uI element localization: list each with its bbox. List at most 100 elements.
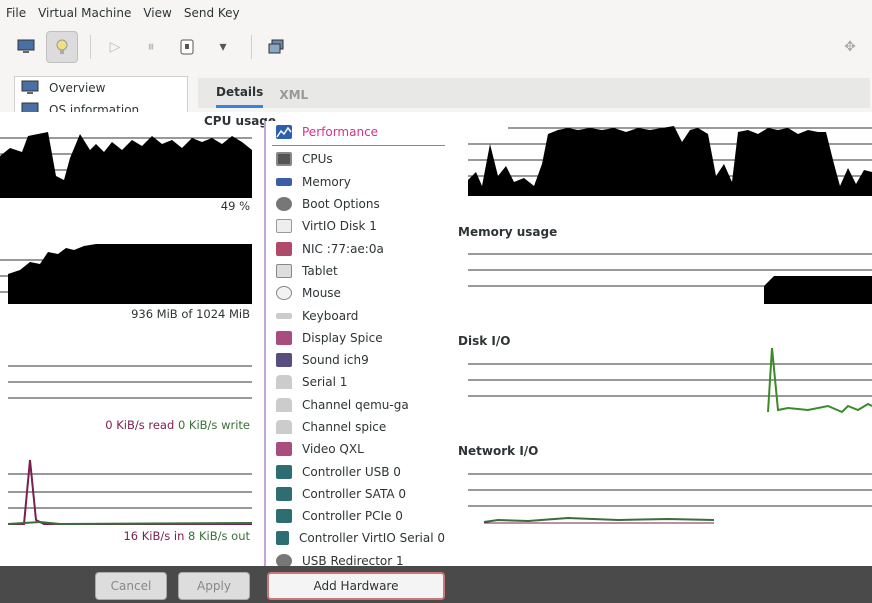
disk-read-value: 0 KiB/s read: [105, 418, 175, 432]
disk-icon: [276, 219, 292, 234]
chevron-down-icon: ▾: [219, 39, 227, 55]
hardware-item-performance[interactable]: Performance: [266, 121, 445, 143]
disk-write-value: 0 KiB/s write: [177, 418, 250, 432]
mouse-icon: [276, 286, 292, 301]
controller-icon: [276, 464, 292, 479]
run-button[interactable]: ▷: [99, 31, 131, 63]
hardware-item-label: Sound ich9: [302, 353, 369, 368]
hardware-item-label: VirtIO Disk 1: [302, 219, 377, 234]
play-icon: ▷: [109, 39, 121, 55]
cancel-button[interactable]: Cancel: [95, 572, 167, 600]
controller-icon: [276, 486, 292, 501]
hardware-item-tablet[interactable]: Tablet: [266, 260, 445, 282]
menu-view[interactable]: View: [143, 6, 171, 20]
network-graph-right: [468, 473, 872, 524]
move-icon: ✥: [844, 39, 856, 55]
hardware-item-display-spice[interactable]: Display Spice: [266, 327, 445, 349]
hardware-item-sound[interactable]: Sound ich9: [266, 349, 445, 371]
hardware-item-virtio-disk[interactable]: VirtIO Disk 1: [266, 215, 445, 237]
hardware-item-label: Performance: [302, 125, 379, 140]
hardware-item-controller-pcie[interactable]: Controller PCIe 0: [266, 505, 445, 527]
hardware-item-boot-options[interactable]: Boot Options: [266, 193, 445, 215]
hardware-item-memory[interactable]: Memory: [266, 171, 445, 193]
toolbar-separator: [90, 35, 91, 59]
details-button[interactable]: [46, 31, 78, 63]
tab-xml[interactable]: XML: [279, 88, 320, 108]
cpu-usage-value: 49 %: [220, 199, 250, 213]
hardware-item-controller-sata[interactable]: Controller SATA 0: [266, 483, 445, 505]
hardware-item-label: Serial 1: [302, 375, 348, 390]
hardware-item-label: Channel qemu-ga: [302, 397, 409, 412]
hardware-item-label: Controller VirtIO Serial 0: [299, 531, 445, 546]
toolbar-separator: [251, 35, 252, 59]
apply-button[interactable]: Apply: [178, 572, 250, 600]
hardware-item-cpus[interactable]: CPUs: [266, 148, 445, 170]
hardware-item-label: CPUs: [302, 152, 333, 167]
hardware-item-keyboard[interactable]: Keyboard: [266, 304, 445, 326]
hardware-item-mouse[interactable]: Mouse: [266, 282, 445, 304]
hardware-item-label: Mouse: [302, 286, 341, 301]
sidebar-item-overview[interactable]: Overview: [15, 77, 187, 99]
hardware-item-video-qxl[interactable]: Video QXL: [266, 438, 445, 460]
controller-icon: [276, 509, 292, 524]
shutdown-button[interactable]: [171, 31, 203, 63]
menu-send-key[interactable]: Send Key: [184, 6, 240, 20]
monitor-icon: [21, 80, 39, 94]
boot-options-icon: [276, 197, 292, 212]
tab-bar: Details XML: [198, 78, 870, 108]
console-button[interactable]: [10, 31, 42, 63]
memory-usage-title: Memory usage: [458, 225, 558, 239]
hardware-item-controller-usb[interactable]: Controller USB 0: [266, 460, 445, 482]
pause-button[interactable]: ⏸: [135, 31, 167, 63]
monitor-icon: [17, 39, 35, 53]
add-hardware-list: Performance CPUs Memory Boot Options Vir…: [264, 121, 445, 568]
hardware-item-label: Channel spice: [302, 420, 387, 434]
display-icon: [276, 330, 292, 345]
memory-graph-right: [468, 253, 872, 304]
shutdown-icon: [180, 39, 194, 55]
hardware-item-label: Controller PCIe 0: [302, 509, 403, 524]
list-separator: [272, 145, 445, 147]
hardware-item-label: Controller USB 0: [302, 464, 401, 479]
hardware-item-label: Display Spice: [302, 330, 383, 345]
cpu-icon: [276, 152, 292, 167]
hardware-item-serial[interactable]: Serial 1: [266, 371, 445, 393]
menu-virtual-machine[interactable]: Virtual Machine: [38, 6, 131, 20]
hardware-item-controller-virtio-serial[interactable]: Controller VirtIO Serial 0: [266, 527, 445, 549]
disk-graph-left: [8, 365, 252, 399]
sound-icon: [276, 353, 292, 368]
network-in-value: 16 KiB/s in: [123, 529, 185, 543]
nic-icon: [276, 241, 292, 256]
menu-bar: File Virtual Machine View Send Key: [0, 0, 872, 26]
disk-io-value: 0 KiB/s read 0 KiB/s write: [60, 418, 250, 432]
controller-icon: [276, 531, 290, 546]
network-out-value: 8 KiB/s out: [188, 529, 250, 543]
resize-button[interactable]: ✥: [834, 31, 866, 63]
cpu-graph-right: [468, 126, 872, 196]
menu-file[interactable]: File: [6, 6, 26, 20]
hardware-item-nic[interactable]: NIC :77:ae:0a: [266, 237, 445, 259]
hardware-item-channel-qemu-ga[interactable]: Channel qemu-ga: [266, 394, 445, 416]
toolbar: ▷ ⏸ ▾ ✥: [0, 26, 872, 68]
snapshots-button[interactable]: [260, 31, 292, 63]
memory-graph-left: [0, 244, 252, 304]
shutdown-menu-button[interactable]: ▾: [207, 31, 239, 63]
video-icon: [276, 442, 292, 457]
network-io-value: 16 KiB/s in 8 KiB/s out: [60, 529, 250, 543]
memory-usage-value: 936 MiB of 1024 MiB: [131, 307, 250, 321]
lightbulb-icon: [56, 39, 68, 54]
pause-icon: ⏸: [147, 39, 155, 55]
cpu-graph-left: [0, 132, 252, 198]
tab-details[interactable]: Details: [216, 85, 264, 108]
channel-icon: [276, 397, 292, 412]
tablet-icon: [276, 263, 292, 278]
add-hardware-button[interactable]: Add Hardware: [267, 572, 445, 600]
hardware-item-label: Video QXL: [302, 442, 364, 457]
hardware-item-label: Controller SATA 0: [302, 486, 407, 501]
hardware-item-label: Memory: [302, 174, 351, 189]
keyboard-icon: [276, 312, 292, 319]
sidebar-item-label: Overview: [49, 81, 106, 95]
disk-graph-right: [468, 347, 872, 414]
hardware-item-channel-spice[interactable]: Channel spice: [266, 416, 445, 438]
memory-icon: [276, 177, 292, 186]
